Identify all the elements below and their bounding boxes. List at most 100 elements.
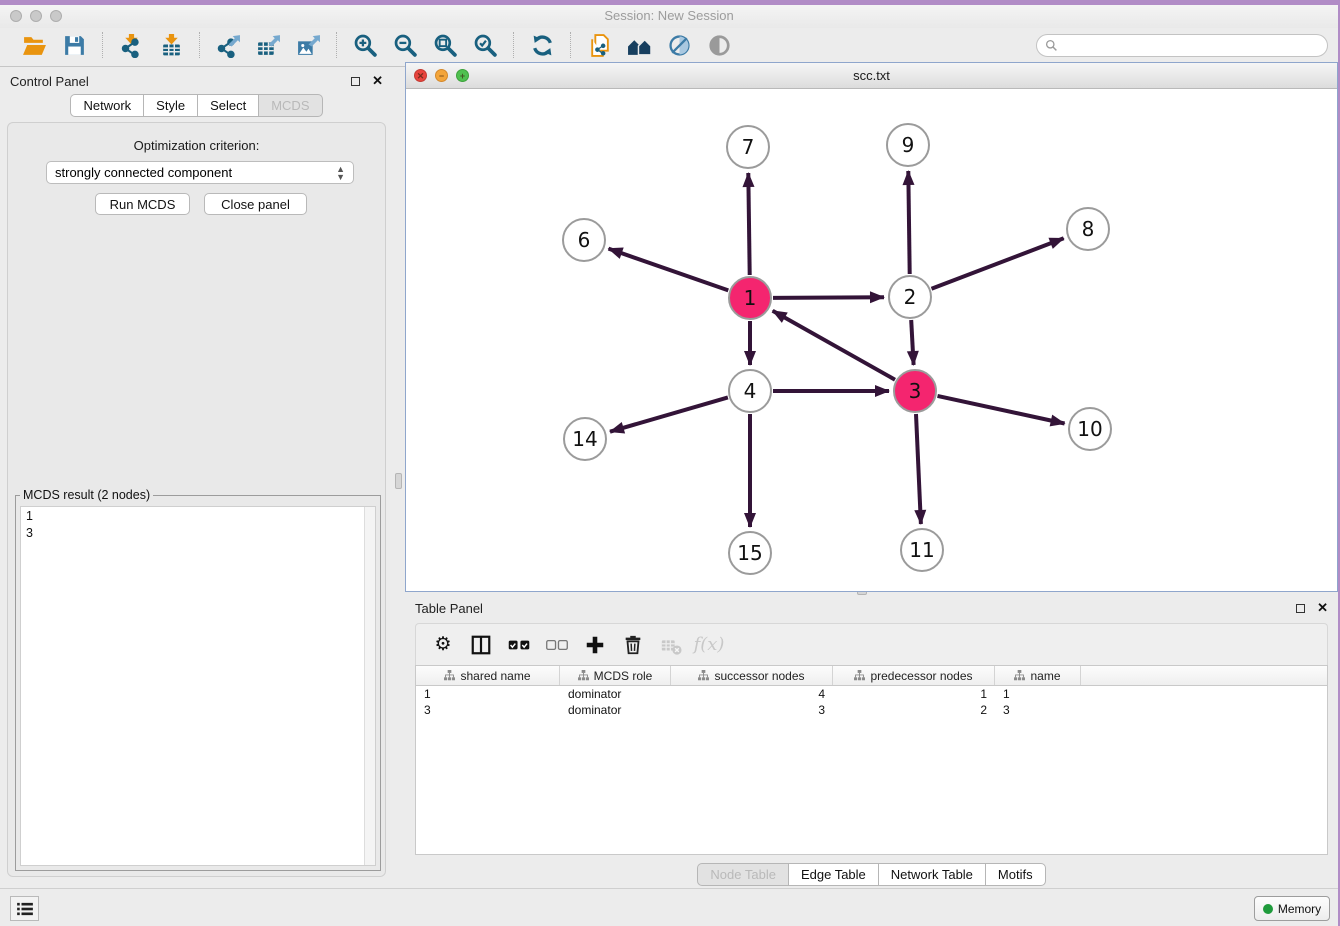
export-image-icon[interactable] (293, 31, 323, 59)
window-title: Session: New Session (0, 8, 1338, 23)
hide-selected-icon[interactable] (664, 31, 694, 59)
cell-MCDS-role[interactable]: dominator (560, 703, 671, 717)
tab-mcds[interactable]: MCDS (258, 94, 322, 117)
tab-network[interactable]: Network (70, 94, 143, 117)
duplicate-network-icon[interactable] (584, 31, 614, 59)
open-session-icon[interactable] (19, 31, 49, 59)
cell-predecessor-nodes[interactable]: 1 (833, 687, 995, 701)
tab-node-table[interactable]: Node Table (697, 863, 788, 886)
tab-style[interactable]: Style (143, 94, 197, 117)
column-header-name[interactable]: name (995, 666, 1081, 685)
edge-2-9[interactable] (908, 171, 909, 274)
graph-node-15[interactable]: 15 (728, 531, 772, 575)
edge-1-6[interactable] (609, 249, 729, 291)
toolbar-separator (513, 32, 514, 58)
graph-node-8[interactable]: 8 (1066, 207, 1110, 251)
select-arrows-icon: ▲▼ (336, 165, 345, 181)
refresh-icon[interactable] (527, 31, 557, 59)
graph-node-3[interactable]: 3 (893, 369, 937, 413)
first-neighbors-icon[interactable] (624, 31, 654, 59)
zoom-selected-icon[interactable] (470, 31, 500, 59)
function-builder-icon: f(x) (692, 630, 726, 660)
select-all-icon[interactable] (502, 630, 536, 660)
tab-network-table[interactable]: Network Table (878, 863, 985, 886)
node-table: shared nameMCDS rolesuccessor nodesprede… (415, 665, 1328, 855)
node-table-rows: 1dominator4113dominator323 (416, 686, 1327, 718)
cell-predecessor-nodes[interactable]: 2 (833, 703, 995, 717)
float-panel-icon[interactable] (351, 77, 360, 86)
toolbar-separator (570, 32, 571, 58)
task-history-button[interactable] (10, 896, 39, 921)
save-session-icon[interactable] (59, 31, 89, 59)
run-mcds-button[interactable]: Run MCDS (95, 193, 190, 215)
graph-node-4[interactable]: 4 (728, 369, 772, 413)
column-header-MCDS-role[interactable]: MCDS role (560, 666, 671, 685)
tab-motifs[interactable]: Motifs (985, 863, 1046, 886)
network-view-titlebar: ✕ − + scc.txt (406, 63, 1337, 89)
zoom-fit-icon[interactable] (430, 31, 460, 59)
delete-row-icon[interactable] (616, 630, 650, 660)
export-network-icon[interactable] (213, 31, 243, 59)
search-icon (1045, 39, 1058, 52)
graph-node-14[interactable]: 14 (563, 417, 607, 461)
edge-2-8[interactable] (932, 238, 1064, 288)
search-input[interactable] (1063, 38, 1319, 52)
cell-successor-nodes[interactable]: 3 (671, 703, 833, 717)
mcds-result-group: MCDS result (2 nodes) 13 (15, 495, 381, 871)
criterion-select[interactable]: strongly connected component ▲▼ (46, 161, 354, 184)
mcds-result-textarea[interactable]: 13 (20, 506, 376, 866)
cell-name[interactable]: 1 (995, 687, 1081, 701)
float-table-panel-icon[interactable] (1296, 604, 1305, 613)
cell-name[interactable]: 3 (995, 703, 1081, 717)
column-type-icon (854, 670, 865, 681)
column-layout-icon[interactable] (464, 630, 498, 660)
network-view-title: scc.txt (406, 68, 1337, 83)
criterion-value: strongly connected component (55, 165, 336, 180)
column-type-icon (1014, 670, 1025, 681)
edge-4-14[interactable] (610, 397, 728, 431)
graph-node-7[interactable]: 7 (726, 125, 770, 169)
export-table-icon[interactable] (253, 31, 283, 59)
close-panel-icon[interactable]: ✕ (372, 73, 383, 89)
edge-3-10[interactable] (938, 396, 1065, 424)
deselect-all-icon[interactable] (540, 630, 574, 660)
edge-2-3[interactable] (911, 320, 913, 365)
add-row-icon[interactable] (578, 630, 612, 660)
close-table-panel-icon[interactable]: ✕ (1317, 600, 1328, 616)
import-network-icon[interactable] (116, 31, 146, 59)
show-all-icon[interactable] (704, 31, 734, 59)
graph-node-10[interactable]: 10 (1068, 407, 1112, 451)
graph-node-11[interactable]: 11 (900, 528, 944, 572)
cell-shared-name[interactable]: 3 (416, 703, 560, 717)
graph-node-2[interactable]: 2 (888, 275, 932, 319)
zoom-in-icon[interactable] (350, 31, 380, 59)
cell-shared-name[interactable]: 1 (416, 687, 560, 701)
graph-node-6[interactable]: 6 (562, 218, 606, 262)
edge-3-11[interactable] (916, 414, 921, 524)
graph-node-9[interactable]: 9 (886, 123, 930, 167)
column-header-successor-nodes[interactable]: successor nodes (671, 666, 833, 685)
column-type-icon (444, 670, 455, 681)
result-scrollbar[interactable] (364, 507, 375, 865)
search-field[interactable] (1036, 34, 1328, 57)
zoom-out-icon[interactable] (390, 31, 420, 59)
cell-MCDS-role[interactable]: dominator (560, 687, 671, 701)
import-table-icon[interactable] (156, 31, 186, 59)
tab-select[interactable]: Select (197, 94, 258, 117)
mcds-result-lines: 13 (21, 507, 375, 541)
edge-3-1[interactable] (773, 311, 895, 380)
close-panel-button[interactable]: Close panel (204, 193, 307, 215)
edge-1-7[interactable] (748, 173, 749, 275)
edge-1-2[interactable] (773, 297, 884, 298)
column-header-predecessor-nodes[interactable]: predecessor nodes (833, 666, 995, 685)
graph-node-1[interactable]: 1 (728, 276, 772, 320)
cell-successor-nodes[interactable]: 4 (671, 687, 833, 701)
network-canvas[interactable]: 1 2 3 4 6 7 8 9 10 11 14 15 (406, 89, 1337, 591)
control-panel-tabs: NetworkStyleSelectMCDS (0, 94, 393, 117)
vertical-splitter-grip[interactable] (395, 473, 402, 489)
table-row: 3dominator323 (416, 702, 1327, 718)
tab-edge-table[interactable]: Edge Table (788, 863, 878, 886)
settings-gear-icon[interactable]: ⚙ (426, 630, 460, 660)
memory-button[interactable]: Memory (1254, 896, 1330, 921)
column-header-shared-name[interactable]: shared name (416, 666, 560, 685)
